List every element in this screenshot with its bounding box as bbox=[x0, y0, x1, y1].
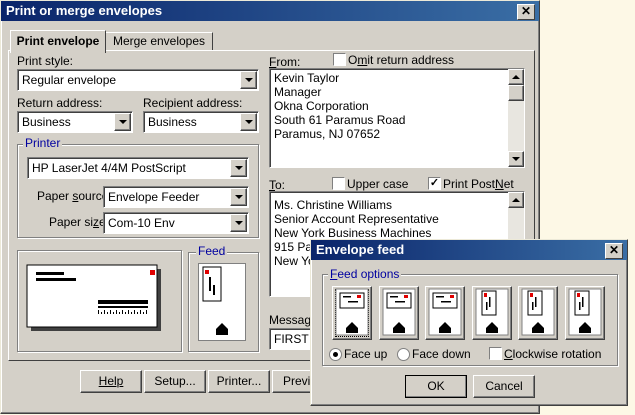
face-up-radio[interactable] bbox=[329, 348, 342, 361]
printer-button[interactable]: Printer... bbox=[208, 370, 270, 393]
to-line: Senior Account Representative bbox=[274, 212, 439, 226]
close-icon: ✕ bbox=[520, 4, 532, 18]
clockwise-label: Clockwise rotation bbox=[504, 347, 602, 361]
envelope-feed-icon bbox=[428, 288, 462, 336]
to-line: New York Business Machines bbox=[274, 226, 432, 240]
from-line: Manager bbox=[274, 85, 322, 99]
feed-option-tile[interactable] bbox=[378, 286, 419, 340]
main-close-button[interactable]: ✕ bbox=[517, 4, 535, 20]
feed-dialog-title: Envelope feed bbox=[316, 242, 405, 257]
face-up-label: Face up bbox=[344, 347, 388, 361]
envelope-feed-icon bbox=[568, 288, 601, 336]
feed-group-label: Feed bbox=[196, 244, 228, 258]
omit-return-checkbox[interactable] bbox=[333, 53, 346, 66]
print-postnet-checkbox[interactable]: ✓ bbox=[428, 177, 441, 190]
printer-select[interactable]: HP LaserJet 4/4M PostScript bbox=[27, 157, 249, 179]
feed-option-tile[interactable] bbox=[564, 286, 605, 340]
from-line: South 61 Paramus Road bbox=[274, 113, 406, 127]
paper-size-label: Paper size: bbox=[49, 215, 109, 229]
dropdown-arrow-icon[interactable] bbox=[230, 188, 247, 206]
recipient-address-label: Recipient address: bbox=[143, 96, 243, 110]
paper-source-select[interactable]: Envelope Feeder bbox=[103, 186, 249, 208]
dropdown-arrow-icon[interactable] bbox=[230, 214, 247, 232]
main-title-bar: Print or merge envelopes bbox=[1, 1, 539, 21]
envelope-feed-icon bbox=[335, 288, 369, 336]
tab-merge-envelopes[interactable]: Merge envelopes bbox=[105, 32, 213, 50]
feed-option-tile[interactable] bbox=[518, 286, 558, 340]
from-line: Kevin Taylor bbox=[274, 71, 340, 85]
scroll-up-icon[interactable] bbox=[508, 69, 524, 85]
print-style-select[interactable]: Regular envelope bbox=[17, 69, 259, 91]
to-line: Ms. Christine Williams bbox=[274, 198, 393, 212]
upper-case-checkbox[interactable] bbox=[332, 177, 345, 190]
dropdown-arrow-icon[interactable] bbox=[230, 159, 247, 177]
from-scrollbar[interactable] bbox=[508, 69, 524, 167]
from-address-lines: Kevin Taylor Manager Okna Corporation So… bbox=[274, 71, 405, 141]
face-down-label: Face down bbox=[412, 347, 471, 361]
feed-option-tile[interactable] bbox=[425, 286, 465, 340]
cancel-button[interactable]: Cancel bbox=[473, 375, 535, 398]
print-postnet-label: Print PostNet bbox=[443, 177, 514, 191]
scroll-up-icon[interactable] bbox=[508, 192, 524, 208]
feed-option-tile[interactable] bbox=[332, 286, 372, 340]
close-icon: ✕ bbox=[608, 243, 620, 257]
to-label: To: bbox=[269, 178, 286, 192]
print-style-label: Print style: bbox=[17, 54, 74, 68]
feed-option-tile[interactable] bbox=[471, 286, 512, 340]
from-line: Paramus, NJ 07652 bbox=[274, 127, 381, 141]
help-button[interactable]: Help bbox=[80, 370, 142, 393]
face-down-radio[interactable] bbox=[397, 348, 410, 361]
envelope-preview-image bbox=[26, 264, 161, 331]
scroll-down-icon[interactable] bbox=[508, 151, 524, 167]
from-address-textbox[interactable]: Kevin Taylor Manager Okna Corporation So… bbox=[269, 68, 525, 168]
envelope-feed-dialog: Envelope feed ✕ Feed options Face up Fac… bbox=[310, 239, 628, 406]
from-label: From: bbox=[269, 55, 301, 69]
feed-options-label: Feed options bbox=[328, 267, 402, 281]
feed-preview-icon[interactable] bbox=[198, 263, 246, 341]
return-address-select[interactable]: Business bbox=[17, 111, 133, 133]
envelope-feed-icon bbox=[382, 288, 415, 336]
clockwise-checkbox[interactable] bbox=[489, 347, 502, 360]
printer-group-label: Printer bbox=[23, 136, 63, 150]
scroll-thumb[interactable] bbox=[508, 85, 524, 101]
dropdown-arrow-icon[interactable] bbox=[240, 113, 257, 131]
dropdown-arrow-icon[interactable] bbox=[114, 113, 131, 131]
envelope-feed-icon bbox=[475, 288, 508, 336]
ok-button[interactable]: OK bbox=[405, 375, 467, 398]
main-window-title: Print or merge envelopes bbox=[6, 3, 163, 18]
setup-button[interactable]: Setup... bbox=[144, 370, 206, 393]
feed-close-button[interactable]: ✕ bbox=[605, 243, 623, 259]
recipient-address-select[interactable]: Business bbox=[143, 111, 259, 133]
paper-source-label: Paper source: bbox=[37, 189, 112, 203]
return-address-label: Return address: bbox=[17, 96, 103, 110]
upper-case-label: Upper case bbox=[347, 177, 409, 191]
tab-print-envelope[interactable]: Print envelope bbox=[10, 30, 106, 53]
feed-title-bar: Envelope feed bbox=[311, 240, 627, 260]
from-line: Okna Corporation bbox=[274, 99, 369, 113]
envelope-feed-icon bbox=[521, 288, 555, 336]
omit-return-label: Omit return address bbox=[348, 53, 455, 67]
paper-size-select[interactable]: Com-10 Env bbox=[103, 212, 249, 234]
dropdown-arrow-icon[interactable] bbox=[240, 71, 257, 89]
